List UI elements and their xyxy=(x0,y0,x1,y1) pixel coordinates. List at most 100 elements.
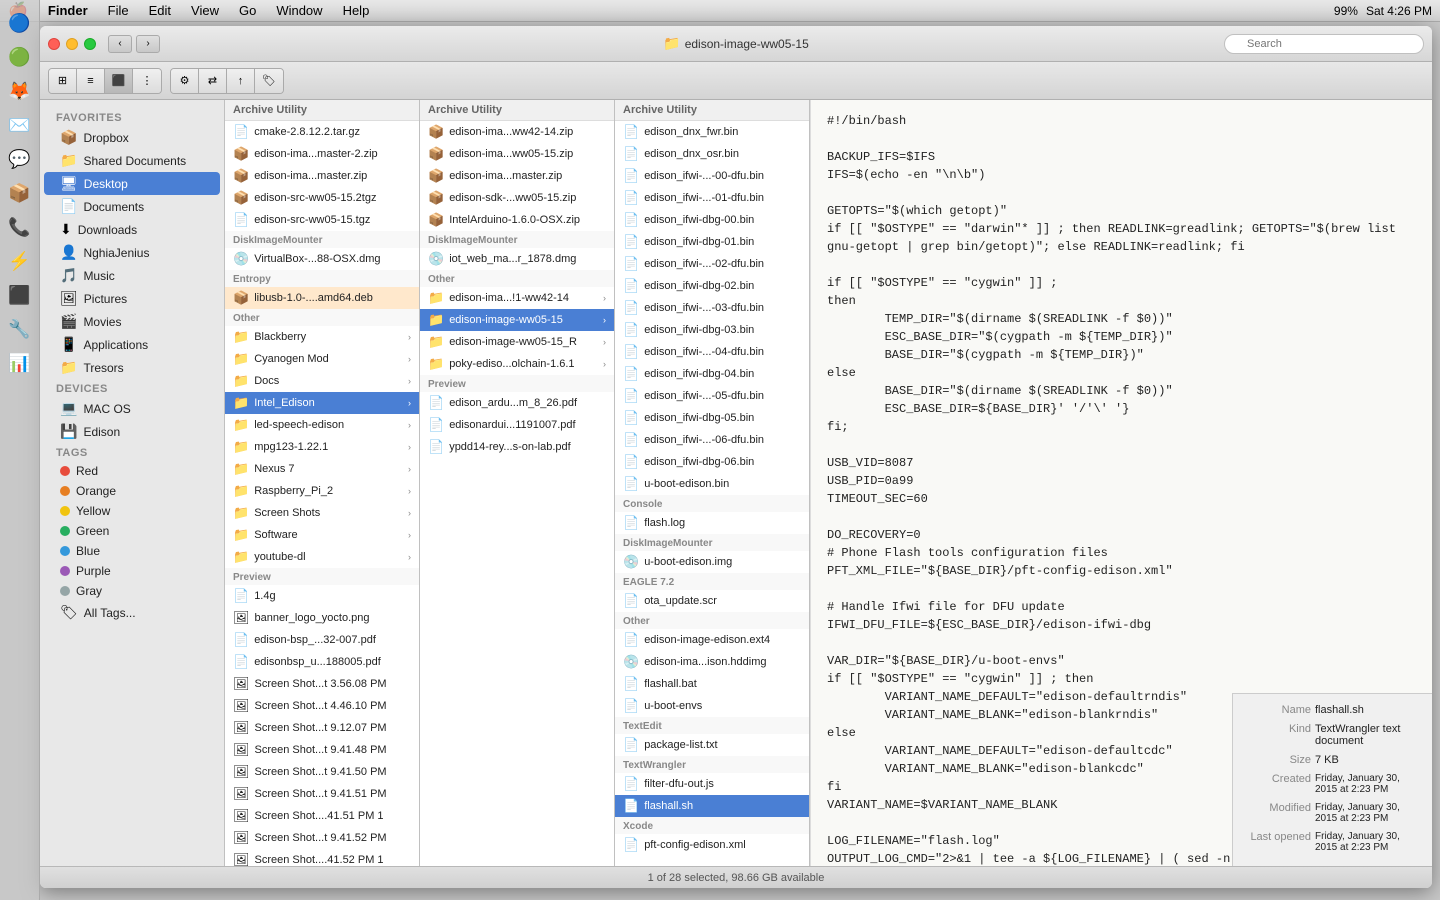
list-item[interactable]: 📄 edison_ifwi-dbg-04.bin xyxy=(615,363,809,385)
list-item[interactable]: 🖼 Screen Shot....41.51 PM 1 xyxy=(225,805,419,827)
list-item[interactable]: 📄 package-list.txt xyxy=(615,734,809,756)
dock-messages[interactable]: 💬 xyxy=(5,144,35,174)
icon-view-button[interactable]: ⊞ xyxy=(49,69,77,93)
list-item[interactable]: 📄 1.4g xyxy=(225,585,419,607)
list-item[interactable]: 📁 Screen Shots › xyxy=(225,502,419,524)
list-item[interactable]: 📄 edison_ifwi-...-04-dfu.bin xyxy=(615,341,809,363)
sidebar-tag-orange[interactable]: Orange xyxy=(44,481,220,501)
list-item[interactable]: 📦 edison-ima...master.zip xyxy=(225,165,419,187)
list-item[interactable]: 📦 edison-ima...ww05-15.zip xyxy=(420,143,614,165)
list-item[interactable]: 🖼 Screen Shot...t 9.41.50 PM xyxy=(225,761,419,783)
sidebar-tag-yellow[interactable]: Yellow xyxy=(44,501,220,521)
list-item[interactable]: 📄 edison-bsp_...32-007.pdf xyxy=(225,629,419,651)
list-item[interactable]: 📄 edison_ifwi-...-05-dfu.bin xyxy=(615,385,809,407)
list-item[interactable]: 🖼 Screen Shot...t 9.12.07 PM xyxy=(225,717,419,739)
sidebar-item-pictures[interactable]: 🖼 Pictures xyxy=(44,287,220,310)
list-item[interactable]: 📁 Software › xyxy=(225,524,419,546)
list-item[interactable]: 📄 edison_dnx_osr.bin xyxy=(615,143,809,165)
list-item[interactable]: 📄 cmake-2.8.12.2.tar.gz xyxy=(225,121,419,143)
search-input[interactable] xyxy=(1224,34,1424,54)
sidebar-item-downloads[interactable]: ⬇ Downloads xyxy=(44,218,220,241)
list-item[interactable]: 💿 iot_web_ma...r_1878.dmg xyxy=(420,248,614,270)
sidebar-item-macos[interactable]: 💻 MAC OS xyxy=(44,397,220,420)
list-item[interactable]: 📁 edison-image-ww05-15 › xyxy=(420,309,614,331)
list-item[interactable]: 📄 edisonbsp_u...188005.pdf xyxy=(225,651,419,673)
list-item[interactable]: 📄 edison_ifwi-dbg-01.bin xyxy=(615,231,809,253)
list-item[interactable]: 🖼 Screen Shot...t 9.41.51 PM xyxy=(225,783,419,805)
list-item[interactable]: 📄 u-boot-edison.bin xyxy=(615,473,809,495)
forward-button[interactable]: › xyxy=(136,35,160,53)
list-item[interactable]: 📄 edison_ifwi-...-01-dfu.bin xyxy=(615,187,809,209)
list-item[interactable]: 📁 Blackberry › xyxy=(225,326,419,348)
finder-menu[interactable]: Finder xyxy=(44,3,92,18)
list-item[interactable]: 📄 u-boot-envs xyxy=(615,695,809,717)
dock-terminal[interactable]: ⬛ xyxy=(5,280,35,310)
tag-button[interactable]: 🏷 xyxy=(255,69,283,93)
help-menu[interactable]: Help xyxy=(339,3,374,18)
dock-xdk[interactable]: ⚡ xyxy=(5,246,35,276)
list-item[interactable]: 📄 edison-image-edison.ext4 xyxy=(615,629,809,651)
edit-menu[interactable]: Edit xyxy=(145,3,175,18)
list-item[interactable]: 📄 edison_ifwi-dbg-00.bin xyxy=(615,209,809,231)
list-item[interactable]: 💿 VirtualBox-...88-OSX.dmg xyxy=(225,248,419,270)
list-item[interactable]: 📄 filter-dfu-out.js xyxy=(615,773,809,795)
dock-chrome[interactable]: 🟢 xyxy=(5,42,35,72)
dock-mail[interactable]: ✉️ xyxy=(5,110,35,140)
list-item[interactable]: 📄 edison_ifwi-...-02-dfu.bin xyxy=(615,253,809,275)
action-button[interactable]: ⚙ xyxy=(171,69,199,93)
minimize-button[interactable] xyxy=(66,38,78,50)
list-item[interactable]: 📦 IntelArduino-1.6.0-OSX.zip xyxy=(420,209,614,231)
list-item[interactable]: 🖼 Screen Shot...t 4.46.10 PM xyxy=(225,695,419,717)
list-item[interactable]: 📁 edison-ima...!1-ww42-14 › xyxy=(420,287,614,309)
sidebar-tag-purple[interactable]: Purple xyxy=(44,561,220,581)
list-item[interactable]: 📁 Cyanogen Mod › xyxy=(225,348,419,370)
dock-finder[interactable]: 🔵 xyxy=(5,8,35,38)
back-button[interactable]: ‹ xyxy=(108,35,132,53)
list-item[interactable]: 📄 edison_ifwi-...-03-dfu.bin xyxy=(615,297,809,319)
sidebar-item-edison[interactable]: 💾 Edison xyxy=(44,420,220,443)
list-item[interactable]: 📄 flashall.bat xyxy=(615,673,809,695)
list-item[interactable]: 📄 edisonardui...1191007.pdf xyxy=(420,414,614,436)
list-item[interactable]: 🖼 Screen Shot...t 9.41.48 PM xyxy=(225,739,419,761)
list-item[interactable]: 📄 edison_ifwi-...-06-dfu.bin xyxy=(615,429,809,451)
maximize-button[interactable] xyxy=(84,38,96,50)
sidebar-item-movies[interactable]: 🎬 Movies xyxy=(44,310,220,333)
window-menu[interactable]: Window xyxy=(272,3,326,18)
share-button[interactable]: ↑ xyxy=(227,69,255,93)
column-view-button[interactable]: ⬛ xyxy=(105,69,133,93)
list-item[interactable]: 📁 Docs › xyxy=(225,370,419,392)
list-item[interactable]: 📄 edison_ifwi-dbg-02.bin xyxy=(615,275,809,297)
sidebar-item-nghia[interactable]: 👤 NghiaJenius xyxy=(44,241,220,264)
view-menu[interactable]: View xyxy=(187,3,223,18)
list-item[interactable]: 💿 u-boot-edison.img xyxy=(615,551,809,573)
list-item[interactable]: 📄 ota_update.scr xyxy=(615,590,809,612)
list-item[interactable]: 📄 ypdd14-rey...s-on-lab.pdf xyxy=(420,436,614,458)
list-item[interactable]: 📦 edison-sdk-...ww05-15.zip xyxy=(420,187,614,209)
dock-app9[interactable]: 🔧 xyxy=(5,314,35,344)
list-item-flashall-sh[interactable]: 📄 flashall.sh xyxy=(615,795,809,817)
list-item[interactable]: 📄 edison-src-ww05-15.tgz xyxy=(225,209,419,231)
list-item[interactable]: 📦 libusb-1.0-....amd64.deb xyxy=(225,287,419,309)
list-item[interactable]: 📄 edison_ifwi-dbg-06.bin xyxy=(615,451,809,473)
sidebar-item-applications[interactable]: 📱 Applications xyxy=(44,333,220,356)
sidebar-item-music[interactable]: 🎵 Music xyxy=(44,264,220,287)
close-button[interactable] xyxy=(48,38,60,50)
dock-app10[interactable]: 📊 xyxy=(5,348,35,378)
list-item[interactable]: 📁 led-speech-edison › xyxy=(225,414,419,436)
go-menu[interactable]: Go xyxy=(235,3,260,18)
sidebar-tag-gray[interactable]: Gray xyxy=(44,581,220,601)
dock-firefox[interactable]: 🦊 xyxy=(5,76,35,106)
sidebar-tag-green[interactable]: Green xyxy=(44,521,220,541)
sidebar-item-desktop[interactable]: 🖥 Desktop xyxy=(44,172,220,195)
sidebar-item-documents[interactable]: 📄 Documents xyxy=(44,195,220,218)
sidebar-item-tresors[interactable]: 📁 Tresors xyxy=(44,356,220,379)
list-item[interactable]: 🖼 banner_logo_yocto.png xyxy=(225,607,419,629)
coverflow-view-button[interactable]: ⋮ xyxy=(133,69,161,93)
list-item[interactable]: 📄 flash.log xyxy=(615,512,809,534)
list-item[interactable]: 💿 edison-ima...ison.hddimg xyxy=(615,651,809,673)
list-item[interactable]: 📄 edison_dnx_fwr.bin xyxy=(615,121,809,143)
list-item[interactable]: 📁 Raspberry_Pi_2 › xyxy=(225,480,419,502)
file-menu[interactable]: File xyxy=(104,3,133,18)
list-item[interactable]: 📄 edison_ifwi-dbg-05.bin xyxy=(615,407,809,429)
list-item[interactable]: 🖼 Screen Shot...t 9.41.52 PM xyxy=(225,827,419,849)
